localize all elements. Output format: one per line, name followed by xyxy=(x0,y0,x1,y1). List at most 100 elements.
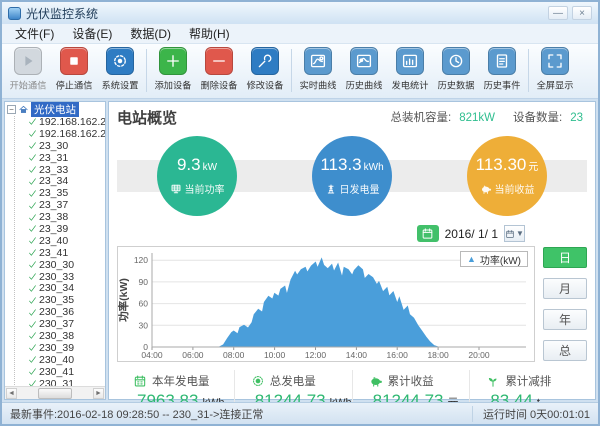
calendar-dropdown-button[interactable]: ▼ xyxy=(504,225,525,242)
calendar-button[interactable] xyxy=(417,225,439,242)
tree-item-device[interactable]: 230_30 xyxy=(15,259,105,271)
history-data-button[interactable]: 历史数据 xyxy=(433,47,479,92)
date-picker: 2016/ 1/ 1 ▼ xyxy=(117,224,525,243)
tree-item-device[interactable]: 230_39 xyxy=(15,342,105,354)
wrench-icon xyxy=(256,52,274,70)
tree-item-device[interactable]: 23_31 xyxy=(15,152,105,164)
check-icon xyxy=(28,141,37,150)
period-button-year[interactable]: 年 xyxy=(543,309,587,330)
svg-text:18:00: 18:00 xyxy=(427,350,449,360)
period-button-month[interactable]: 月 xyxy=(543,278,587,299)
tree-item-device[interactable]: 23_40 xyxy=(15,235,105,247)
tree-item-device[interactable]: 23_39 xyxy=(15,223,105,235)
capacity-label: 总装机容量: xyxy=(391,112,452,124)
device-label: 23_38 xyxy=(39,211,68,223)
home-icon xyxy=(18,104,29,115)
svg-text:90: 90 xyxy=(139,277,149,287)
device-label: 230_31 xyxy=(39,378,74,386)
runtime-text: 运行时间 0天00:01:01 xyxy=(472,406,590,422)
tree-item-device[interactable]: 23_30 xyxy=(15,140,105,152)
capacity-value: 821kW xyxy=(459,112,495,124)
minus-icon xyxy=(210,52,228,70)
svg-text:16:00: 16:00 xyxy=(387,350,409,360)
realtime-curve-icon xyxy=(309,52,327,70)
delete-device-button[interactable]: 删除设备 xyxy=(196,47,242,92)
tree-item-device[interactable]: 192.168.162.250 xyxy=(15,128,105,140)
history-curve-button[interactable]: 历史曲线 xyxy=(341,47,387,92)
tree-item-device[interactable]: 23_35 xyxy=(15,187,105,199)
svg-text:120: 120 xyxy=(134,255,148,265)
start-communication-button: 开始通信 xyxy=(5,47,51,92)
toolbar-button-label: 历史事件 xyxy=(484,78,521,92)
tree-root-station[interactable]: −光伏电站 xyxy=(7,103,105,116)
app-window: 光伏监控系统 — × 文件(F) 设备(E) 数据(D) 帮助(H) 开始通信停… xyxy=(0,0,600,426)
tree-collapse-icon[interactable]: − xyxy=(7,105,16,114)
device-label: 23_35 xyxy=(39,187,68,199)
gauge-current-income: 113.30元当前收益 xyxy=(467,136,547,216)
tree-item-device[interactable]: 230_37 xyxy=(15,318,105,330)
tree-item-device[interactable]: 230_40 xyxy=(15,354,105,366)
period-button-day[interactable]: 日 xyxy=(543,247,587,268)
history-events-button[interactable]: 历史事件 xyxy=(479,47,525,92)
check-icon xyxy=(28,284,37,293)
bar-chart-icon xyxy=(401,52,419,70)
menu-device[interactable]: 设备(E) xyxy=(63,24,121,43)
sidebar-horizontal-scrollbar[interactable]: ◄ ► xyxy=(5,386,105,399)
date-value[interactable]: 2016/ 1/ 1 xyxy=(442,227,501,241)
calendar-icon xyxy=(505,229,515,239)
scrollbar-thumb[interactable] xyxy=(38,388,72,399)
sprout-icon xyxy=(486,374,500,388)
device-label: 23_31 xyxy=(39,152,68,164)
tree-item-device[interactable]: 230_34 xyxy=(15,282,105,294)
toolbar-separator xyxy=(291,49,292,92)
tree-item-device[interactable]: 230_31 xyxy=(15,378,105,386)
svg-text:10:00: 10:00 xyxy=(264,350,286,360)
tree-item-device[interactable]: 23_38 xyxy=(15,211,105,223)
latest-event-text: 最新事件:2016-02-18 09:28:50 -- 230_31->连接正常 xyxy=(10,406,263,422)
gauge-label: 当前收益 xyxy=(480,181,535,196)
tree-item-device[interactable]: 230_35 xyxy=(15,294,105,306)
tree-item-device[interactable]: 23_37 xyxy=(15,199,105,211)
device-label: 23_34 xyxy=(39,175,68,187)
menu-help[interactable]: 帮助(H) xyxy=(180,24,239,43)
check-icon xyxy=(28,117,37,126)
minimize-button[interactable]: — xyxy=(548,6,568,20)
realtime-curve-button[interactable]: 实时曲线 xyxy=(295,47,341,92)
stop-icon xyxy=(65,52,83,70)
device-tree: −光伏电站192.168.162.249192.168.162.25023_30… xyxy=(5,102,105,386)
close-button[interactable]: × xyxy=(572,6,592,20)
scroll-right-arrow[interactable]: ► xyxy=(93,388,104,399)
stop-communication-button[interactable]: 停止通信 xyxy=(51,47,97,92)
generation-stats-button[interactable]: 发电统计 xyxy=(387,47,433,92)
tree-item-device[interactable]: 230_38 xyxy=(15,330,105,342)
add-device-button[interactable]: 添加设备 xyxy=(150,47,196,92)
tree-item-device[interactable]: 230_41 xyxy=(15,366,105,378)
device-label: 192.168.162.249 xyxy=(39,116,105,128)
check-icon xyxy=(28,296,37,305)
check-icon xyxy=(28,177,37,186)
content-area: −光伏电站192.168.162.249192.168.162.25023_30… xyxy=(2,99,598,402)
svg-text:06:00: 06:00 xyxy=(182,350,204,360)
fullscreen-button[interactable]: 全屏显示 xyxy=(532,47,578,92)
modify-device-button[interactable]: 修改设备 xyxy=(242,47,288,92)
svg-text:60: 60 xyxy=(139,299,149,309)
legend-label: 功率(kW) xyxy=(480,252,521,267)
tree-item-device[interactable]: 23_41 xyxy=(15,247,105,259)
menu-bar: 文件(F) 设备(E) 数据(D) 帮助(H) xyxy=(2,24,598,44)
menu-data[interactable]: 数据(D) xyxy=(121,24,180,43)
gauge-value: 113.30元 xyxy=(476,156,539,177)
check-icon xyxy=(28,308,37,317)
menu-file[interactable]: 文件(F) xyxy=(6,24,63,43)
play-icon xyxy=(19,52,37,70)
tree-item-device[interactable]: 23_34 xyxy=(15,175,105,187)
tree-item-device[interactable]: 192.168.162.249 xyxy=(15,116,105,128)
period-button-total[interactable]: 总 xyxy=(543,340,587,361)
check-icon xyxy=(28,165,37,174)
scroll-left-arrow[interactable]: ◄ xyxy=(6,388,17,399)
tree-item-device[interactable]: 230_33 xyxy=(15,271,105,283)
toolbar-button-label: 实时曲线 xyxy=(300,78,337,92)
system-settings-button[interactable]: 系统设置 xyxy=(97,47,143,92)
tree-item-device[interactable]: 230_36 xyxy=(15,306,105,318)
check-icon xyxy=(28,379,37,386)
tree-item-device[interactable]: 23_33 xyxy=(15,164,105,176)
